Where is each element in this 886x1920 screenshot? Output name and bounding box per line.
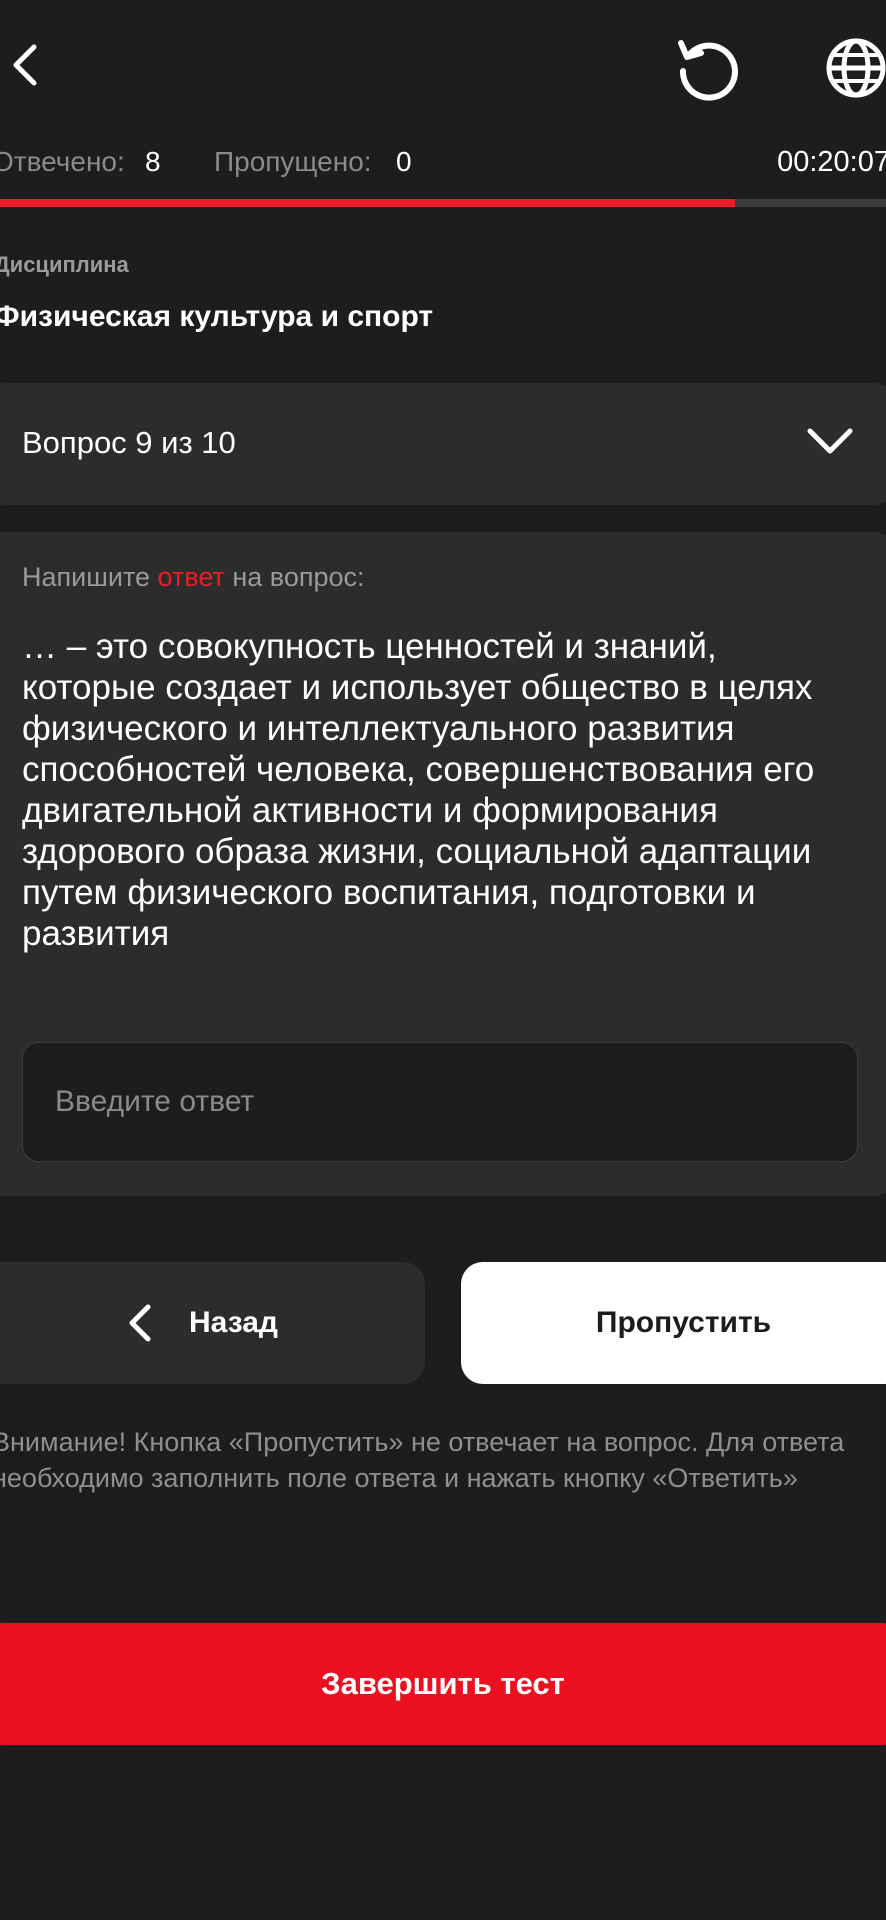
finish-button-label: Завершить тест (321, 1666, 565, 1701)
back-button[interactable] (0, 30, 50, 100)
question-card: Напишите ответ на вопрос: … – это совоку… (0, 532, 886, 1196)
progress-fill (0, 199, 736, 207)
answered-count: 8 (145, 146, 161, 177)
skip-button-label: Пропустить (595, 1306, 772, 1339)
prompt-text-end: на вопрос: (224, 562, 365, 592)
question-selector[interactable]: Вопрос 9 из 10 (0, 383, 886, 505)
globe-icon (826, 38, 886, 98)
restart-button[interactable] (672, 32, 744, 104)
language-button[interactable] (818, 30, 886, 106)
quiz-stats: Отвечено: 8 Пропущено: 0 00:20:07 (0, 140, 886, 186)
timer: 00:20:07 (777, 146, 886, 178)
back-button-label: Назад (189, 1306, 278, 1339)
progress-bar (0, 199, 886, 207)
question-prompt: Напишите ответ на вопрос: (22, 562, 365, 593)
answer-input[interactable] (22, 1042, 858, 1162)
prompt-text: Напишите (22, 562, 158, 592)
question-number: Вопрос 9 из 10 (22, 425, 236, 460)
question-text: … – это совокупность ценностей и знаний,… (22, 627, 815, 953)
finish-test-button[interactable]: Завершить тест (0, 1623, 886, 1745)
prompt-accent: ответ (157, 562, 225, 592)
discipline-label: Дисциплина (0, 252, 129, 277)
restart-icon (678, 40, 738, 101)
answered-label: Отвечено: (0, 146, 125, 177)
discipline-title: Физическая культура и спорт (0, 300, 434, 333)
skip-notice: Внимание! Кнопка «Пропустить» не отвечае… (0, 1427, 845, 1493)
top-bar (0, 0, 886, 130)
chevron-left-icon (13, 44, 37, 86)
skipped-label: Пропущено: (214, 146, 372, 177)
back-nav-button[interactable]: Назад (0, 1262, 425, 1384)
quiz-screen: Отвечено: 8 Пропущено: 0 00:20:07 Дисцип… (0, 0, 886, 1920)
skip-button[interactable]: Пропустить (461, 1262, 886, 1384)
chevron-left-icon (129, 1304, 151, 1342)
skipped-count: 0 (396, 146, 412, 177)
chevron-down-icon (807, 428, 853, 454)
